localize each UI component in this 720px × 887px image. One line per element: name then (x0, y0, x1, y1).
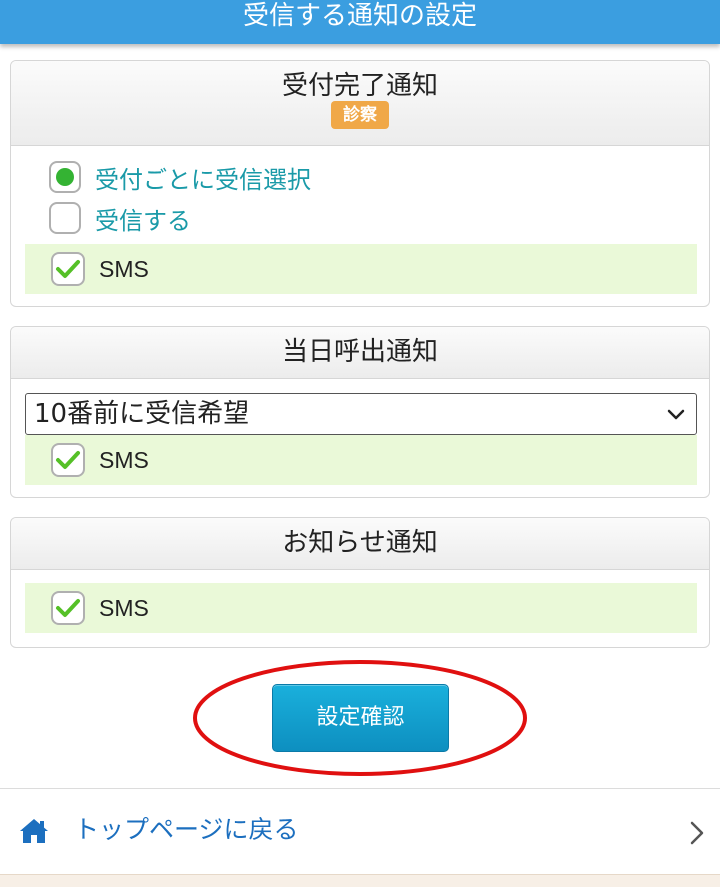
check-icon (56, 451, 80, 469)
check-icon (56, 599, 80, 617)
reception-sms-label: SMS (99, 255, 149, 282)
back-to-top-label: トップページに戻る (74, 815, 299, 844)
info-sms-checkbox[interactable] (51, 591, 85, 625)
reception-sms-row[interactable]: SMS (25, 244, 697, 294)
info-notice-header: お知らせ通知 (11, 518, 709, 570)
info-notice-title: お知らせ通知 (282, 528, 438, 558)
call-timing-select-value: 10番前に受信希望 (34, 399, 250, 429)
info-notice-card: お知らせ通知 SMS (10, 517, 710, 648)
reception-notice-title: 受付完了通知 (281, 71, 438, 101)
chevron-down-icon (667, 409, 685, 420)
call-timing-select[interactable]: 10番前に受信希望 (25, 393, 697, 435)
confirm-settings-button[interactable]: 設定確認 (272, 684, 449, 752)
option-select-each-label: 受付ごとに受信選択 (95, 165, 311, 194)
bottom-strip (0, 874, 720, 887)
same-day-call-header: 当日呼出通知 (11, 327, 709, 379)
radio-select-each[interactable] (49, 161, 81, 193)
check-icon (56, 260, 80, 278)
info-sms-row[interactable]: SMS (25, 583, 697, 633)
reception-notice-card: 受付完了通知 診察 受付ごとに受信選択 受信する SMS (10, 60, 710, 307)
divider (0, 788, 720, 789)
reception-notice-header: 受付完了通知 診察 (11, 61, 709, 146)
page-header: 受信する通知の設定 (0, 0, 720, 44)
info-sms-label: SMS (99, 594, 149, 621)
page-title: 受信する通知の設定 (242, 1, 477, 31)
examination-badge: 診察 (331, 101, 389, 129)
same-day-sms-label: SMS (99, 446, 149, 473)
home-icon (20, 819, 48, 843)
same-day-sms-checkbox[interactable] (51, 443, 85, 477)
same-day-call-card: 当日呼出通知 10番前に受信希望 SMS (10, 326, 710, 498)
same-day-call-title: 当日呼出通知 (281, 337, 438, 367)
radio-selected-dot (56, 168, 74, 186)
chevron-right-icon (690, 821, 704, 845)
option-receive-label: 受信する (95, 206, 191, 235)
back-to-top-link[interactable]: トップページに戻る (0, 790, 720, 874)
option-receive[interactable]: 受信する (49, 198, 191, 238)
same-day-sms-row[interactable]: SMS (25, 435, 697, 485)
option-select-each[interactable]: 受付ごとに受信選択 (49, 157, 311, 197)
reception-sms-checkbox[interactable] (51, 252, 85, 286)
radio-receive[interactable] (49, 202, 81, 234)
